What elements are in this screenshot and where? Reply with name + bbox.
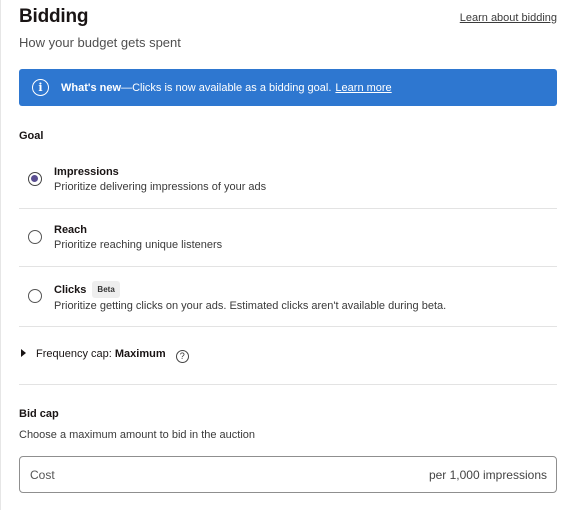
option-title-row: Clicks Beta bbox=[54, 281, 120, 298]
banner-text: —Clicks is now available as a bidding go… bbox=[121, 81, 332, 94]
banner-learn-more-link[interactable]: Learn more bbox=[335, 82, 391, 94]
bid-cap-label: Bid cap bbox=[19, 408, 59, 420]
option-title: Impressions bbox=[54, 166, 119, 178]
goal-option-impressions[interactable]: Impressions Prioritize delivering impres… bbox=[19, 150, 557, 209]
header: Bidding How your budget gets spent Learn… bbox=[19, 6, 557, 52]
cost-input[interactable] bbox=[30, 466, 330, 484]
option-description: Prioritize delivering impressions of you… bbox=[54, 181, 267, 193]
clicks-radio[interactable] bbox=[28, 289, 42, 303]
whats-new-banner: i What's new—Clicks is now available as … bbox=[19, 69, 557, 106]
option-description: Prioritize getting clicks on your ads. E… bbox=[54, 300, 447, 312]
banner-heading: What's new bbox=[61, 81, 122, 94]
page-subtitle: How your budget gets spent bbox=[19, 35, 181, 50]
info-icon: i bbox=[32, 79, 49, 96]
bid-cap-description: Choose a maximum amount to bid in the au… bbox=[19, 429, 256, 441]
banner-message: What's new—Clicks is now available as a … bbox=[61, 82, 392, 94]
reach-radio[interactable] bbox=[28, 230, 42, 244]
bidding-panel: Bidding How your budget gets spent Learn… bbox=[0, 0, 583, 510]
frequency-cap-toggle[interactable]: Frequency cap: Maximum ? bbox=[19, 327, 557, 385]
impressions-radio[interactable] bbox=[28, 172, 42, 186]
panel-divider bbox=[0, 0, 1, 510]
option-title: Clicks bbox=[54, 284, 87, 296]
beta-badge: Beta bbox=[92, 281, 120, 298]
option-title: Reach bbox=[54, 224, 88, 236]
option-description: Prioritize reaching unique listeners bbox=[54, 239, 223, 251]
goal-option-reach[interactable]: Reach Prioritize reaching unique listene… bbox=[19, 209, 557, 267]
caret-right-icon[interactable] bbox=[21, 349, 26, 357]
frequency-cap-label: Frequency cap: bbox=[36, 348, 112, 360]
goal-label: Goal bbox=[19, 130, 44, 142]
cost-suffix: per 1,000 impressions bbox=[428, 468, 547, 482]
bid-cap-field[interactable]: per 1,000 impressions bbox=[19, 456, 557, 493]
goal-option-clicks[interactable]: Clicks Beta Prioritize getting clicks on … bbox=[19, 267, 557, 327]
frequency-cap-text[interactable]: Frequency cap: Maximum ? bbox=[36, 348, 189, 363]
question-circle-icon[interactable]: ? bbox=[175, 350, 189, 363]
learn-about-bidding-link[interactable]: Learn about bidding bbox=[460, 12, 557, 24]
frequency-cap-value: Maximum bbox=[114, 348, 166, 360]
